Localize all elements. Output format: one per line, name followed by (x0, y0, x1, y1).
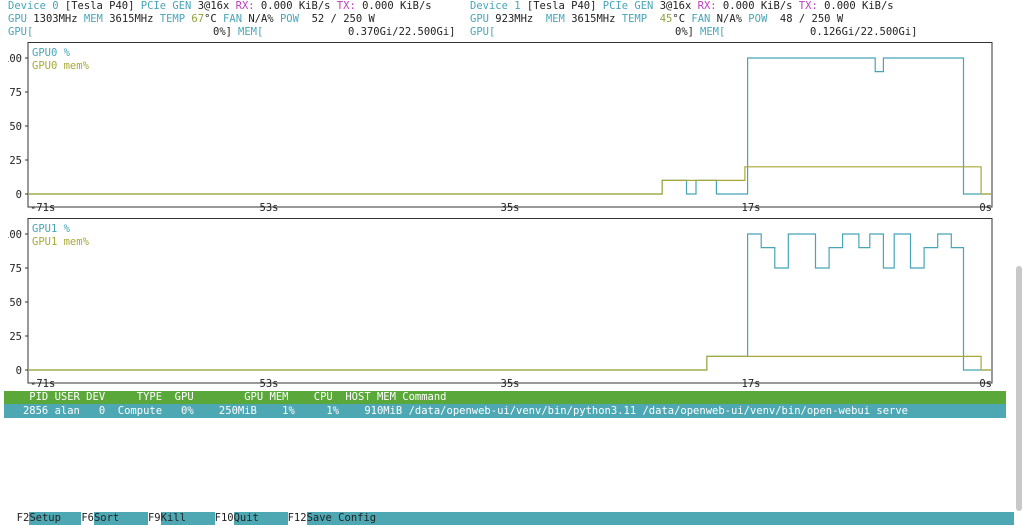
quit-button[interactable]: Quit (233, 512, 288, 525)
series-line-0 (28, 233, 992, 371)
dev1-gpu-bar-value: 0%] (675, 26, 694, 38)
series-line-1 (28, 166, 992, 195)
x-tick-label: -71s (30, 202, 55, 214)
y-tick-label: 25 (9, 331, 22, 343)
process-table-header: PID USER DEV TYPE GPU GPU MEM CPU HOST M… (4, 391, 1006, 404)
x-tick-label: 0s (979, 378, 992, 390)
y-tick-label: 50 (9, 121, 22, 133)
y-tick-label: 100 (8, 229, 22, 241)
dev0-mem-bar-label: MEM[ (238, 26, 264, 38)
f6-key: F6 (81, 512, 94, 524)
dev1-mem-bar-value: 0.126Gi/22.500Gi] (810, 26, 918, 38)
x-tick-label: 35s (501, 378, 520, 390)
y-tick-label: 100 (8, 53, 22, 65)
setup-button[interactable]: Setup (29, 512, 82, 525)
y-tick-label: 75 (9, 263, 22, 275)
legend-entry: GPU1 % (32, 223, 71, 235)
kill-button[interactable]: Kill (160, 512, 215, 525)
f10-key: F10 (214, 512, 234, 524)
x-tick-label: 35s (501, 202, 520, 214)
legend-entry: GPU0 % (32, 47, 71, 59)
dev0-gpu-bar-label: GPU[ (8, 26, 34, 38)
y-tick-label: 50 (9, 297, 22, 309)
y-tick-label: 25 (9, 155, 22, 167)
chart-frame (27, 218, 993, 384)
legend-entry: GPU0 mem% (32, 60, 90, 72)
dev1-mem-bar-label: MEM[ (700, 26, 726, 38)
y-tick-label: 0 (16, 189, 22, 201)
dev0-mem-bar-value: 0.370Gi/22.500Gi] (348, 26, 456, 38)
f2-key: F2 (16, 512, 30, 524)
dev0-line1: Device 0 [Tesla P40] PCIe GEN 3@16x RX: … (8, 0, 432, 12)
x-tick-label: 17s (742, 202, 761, 214)
x-tick-label: 0s (979, 202, 992, 214)
legend-entry: GPU1 mem% (32, 236, 90, 248)
x-tick-label: -71s (30, 378, 55, 390)
save-config-button[interactable]: Save Config (306, 512, 1014, 525)
x-tick-label: 53s (260, 378, 279, 390)
series-line-0 (28, 57, 992, 195)
series-line-1 (28, 355, 992, 371)
dev1-line1: Device 1 [Tesla P40] PCIe GEN 3@16x RX: … (470, 0, 894, 12)
chart-frame (27, 42, 993, 208)
y-tick-label: 0 (16, 365, 22, 377)
dev0-line2: GPU 1303MHz MEM 3615MHz TEMP 67°C FAN N/… (8, 13, 375, 25)
y-tick-label: 75 (9, 87, 22, 99)
process-row[interactable]: 2856 alan 0 Compute 0% 250MiB 1% 1% 910M… (4, 404, 1006, 418)
f9-key: F9 (147, 512, 161, 524)
x-tick-label: 53s (260, 202, 279, 214)
gpu0-utilization-chart: 100 75 50 25 0 -71s 53s 35s 17s 0s GPU0 %GPU0 mem% (8, 42, 1008, 216)
dev1-line2: GPU 923MHz MEM 3615MHz TEMP 45°C FAN N/A… (470, 13, 844, 25)
f12-key: F12 (287, 512, 307, 524)
dev0-gpu-bar-value: 0%] (213, 26, 232, 38)
sort-button[interactable]: Sort (93, 512, 148, 525)
gpu1-utilization-chart: 100 75 50 25 0 -71s 53s 35s 17s 0s GPU1 %GPU1 mem% (8, 218, 1008, 392)
dev1-gpu-bar-label: GPU[ (470, 26, 496, 38)
scrollbar[interactable] (1016, 266, 1022, 511)
x-tick-label: 17s (742, 378, 761, 390)
function-key-bar: F2Setup F6Sort F9Kill F10Quit F12Save Config (4, 499, 1014, 525)
